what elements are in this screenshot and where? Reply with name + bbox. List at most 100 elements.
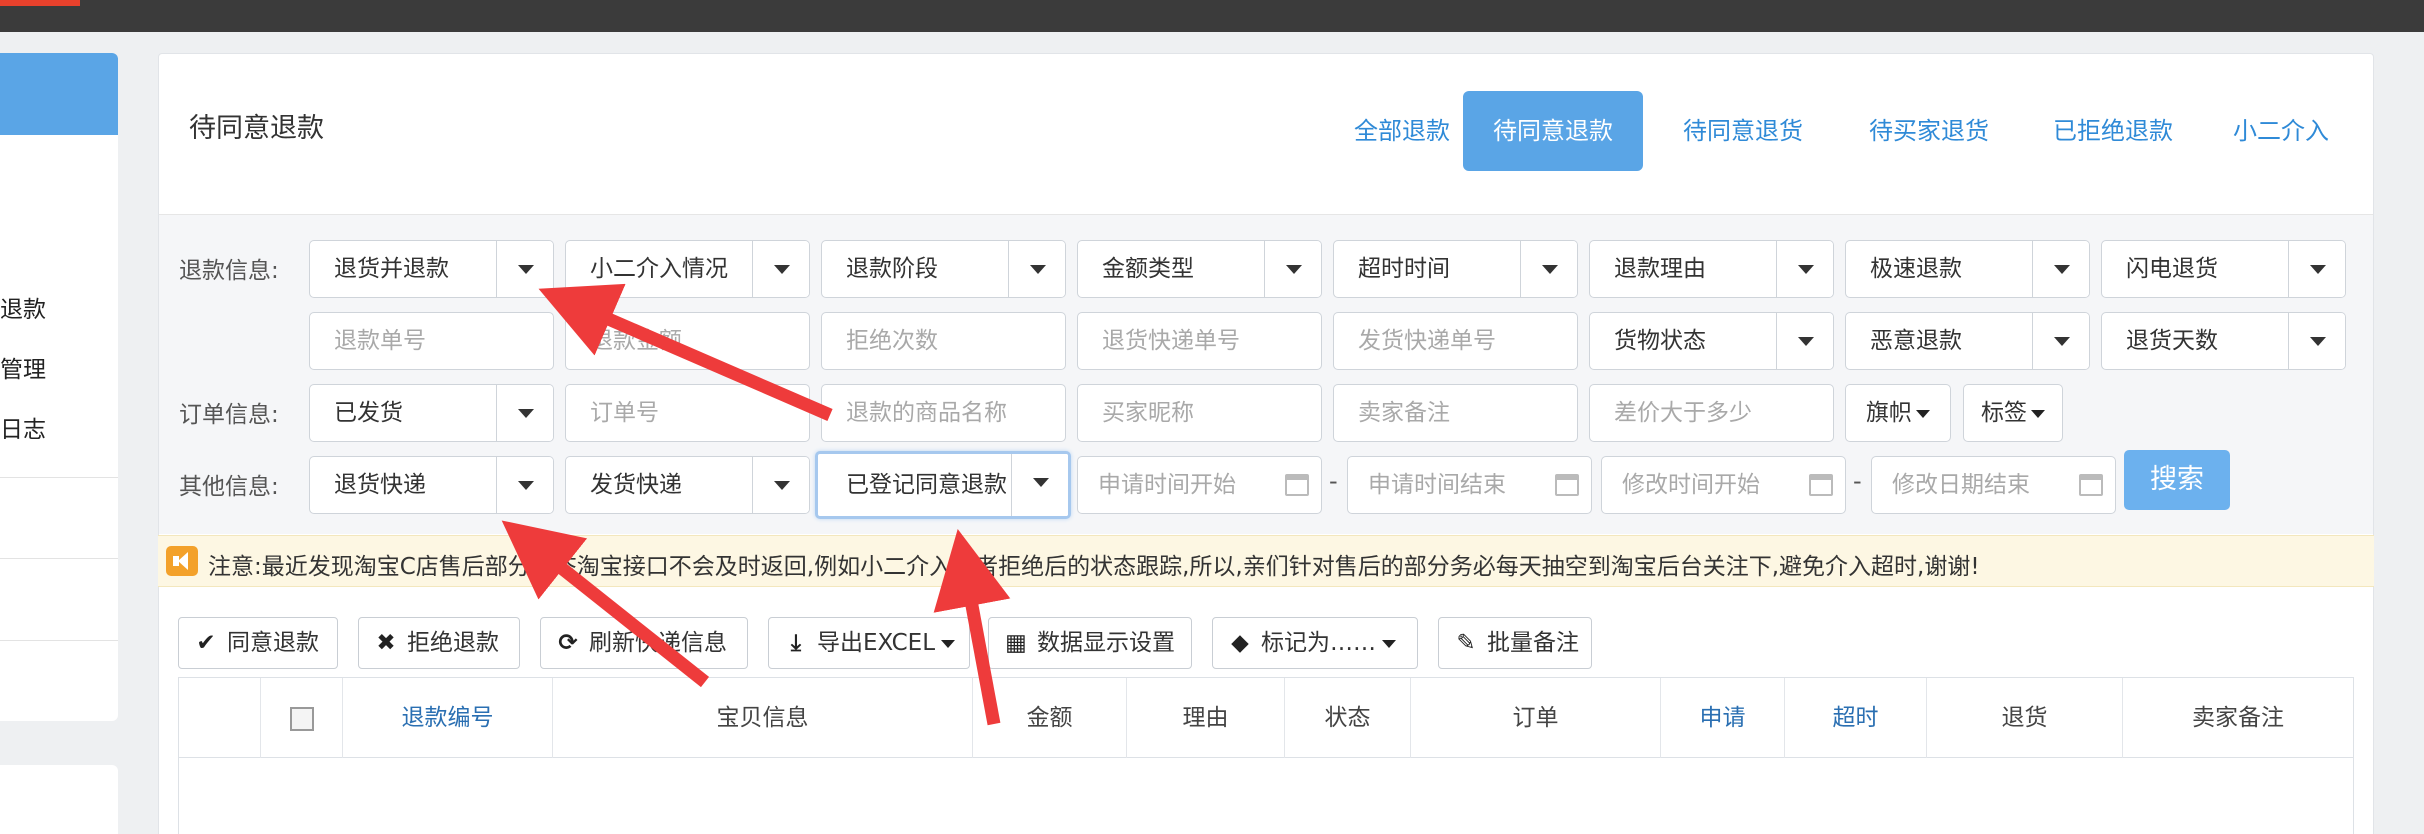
top-navbar [0, 0, 2424, 32]
tab-xiaoer-intervene[interactable]: 小二介入 [2211, 91, 2351, 171]
tab-pending-refund[interactable]: 待同意退款 [1463, 91, 1643, 171]
select-value: 发货快递 [590, 472, 682, 498]
grid-icon: ▦ [1005, 630, 1027, 656]
date-separator: - [1329, 467, 1338, 495]
calendar-icon[interactable] [1809, 474, 1833, 496]
download-icon: ⤓ [790, 630, 802, 656]
return-express-select[interactable]: 退货快递 [309, 456, 554, 514]
apply-start-date-input[interactable]: 申请时间开始 [1077, 456, 1322, 514]
malicious-refund-select[interactable]: 恶意退款 [1845, 312, 2090, 370]
flag-dropdown[interactable]: 旗帜 [1845, 384, 1951, 442]
refund-amount-input[interactable]: 退款金额 [565, 312, 810, 370]
tag-dropdown[interactable]: 标签 [1963, 384, 2063, 442]
sidebar-item-manage[interactable]: 管理 [0, 350, 46, 384]
chevron-down-icon[interactable] [2032, 313, 2089, 369]
chevron-down-icon[interactable] [1011, 454, 1068, 516]
chevron-down-icon[interactable] [1776, 313, 1833, 369]
chevron-down-icon[interactable] [1264, 241, 1321, 297]
chevron-down-icon[interactable] [496, 385, 553, 441]
th-refund-number[interactable]: 退款编号 [343, 678, 553, 758]
times-icon: ✖ [376, 630, 396, 656]
product-name-input[interactable]: 退款的商品名称 [821, 384, 1066, 442]
notice-text: 注意:最近发现淘宝C店售后部分状态淘宝接口不会及时返回,例如小二介入或者拒绝后的… [208, 554, 1980, 580]
reject-refund-button[interactable]: ✖ 拒绝退款 [358, 617, 520, 669]
tab-pending-return[interactable]: 待同意退货 [1653, 91, 1833, 171]
export-excel-button[interactable]: ⤓ 导出EXCEL [768, 617, 970, 669]
chevron-down-icon[interactable] [2288, 313, 2345, 369]
chevron-down-icon[interactable] [752, 241, 809, 297]
return-tracking-input[interactable]: 退货快递单号 [1077, 312, 1322, 370]
chevron-down-icon[interactable] [2288, 241, 2345, 297]
th-apply[interactable]: 申请 [1661, 678, 1785, 758]
select-value: 恶意退款 [1870, 328, 1962, 354]
return-type-select[interactable]: 退货并退款 [309, 240, 554, 298]
chevron-down-icon[interactable] [1008, 241, 1065, 297]
registered-agree-select[interactable]: 已登记同意退款 [815, 451, 1071, 519]
price-diff-input[interactable]: 差价大于多少 [1589, 384, 1834, 442]
buyer-nickname-input[interactable]: 买家昵称 [1077, 384, 1322, 442]
th-timeout[interactable]: 超时 [1785, 678, 1927, 758]
modify-start-date-input[interactable]: 修改时间开始 [1601, 456, 1846, 514]
shipped-status-select[interactable]: 已发货 [309, 384, 554, 442]
speaker-icon [166, 546, 198, 576]
batch-remark-button[interactable]: ✎ 批量备注 [1438, 617, 1592, 669]
chevron-down-icon[interactable] [1776, 241, 1833, 297]
chevron-down-icon[interactable] [2032, 241, 2089, 297]
sidebar-item-log[interactable]: 日志 [0, 410, 46, 444]
date-separator: - [1853, 467, 1862, 495]
order-number-input[interactable]: 订单号 [565, 384, 810, 442]
refund-stage-select[interactable]: 退款阶段 [821, 240, 1066, 298]
search-button[interactable]: 搜索 [2124, 450, 2230, 510]
express-refund-select[interactable]: 极速退款 [1845, 240, 2090, 298]
return-days-select[interactable]: 退货天数 [2101, 312, 2346, 370]
refund-number-input[interactable]: 退款单号 [309, 312, 554, 370]
tab-all-refunds[interactable]: 全部退款 [1325, 91, 1479, 171]
page-title: 待同意退款 [189, 113, 324, 144]
apply-end-date-input[interactable]: 申请时间结束 [1347, 456, 1592, 514]
tab-rejected-refund[interactable]: 已拒绝退款 [2023, 91, 2203, 171]
chevron-down-icon[interactable] [752, 457, 809, 513]
button-label: 刷新快递信息 [589, 630, 727, 656]
select-value: 退货天数 [2126, 328, 2218, 354]
amount-type-select[interactable]: 金额类型 [1077, 240, 1322, 298]
select-value: 已登记同意退款 [846, 472, 1006, 498]
filter-area: 退款信息: 订单信息: 其他信息: 退货并退款 小二介入情况 退款阶段 金额类型… [159, 214, 2373, 534]
display-settings-button[interactable]: ▦ 数据显示设置 [988, 617, 1192, 669]
select-value: 极速退款 [1870, 256, 1962, 282]
chevron-down-icon[interactable] [496, 241, 553, 297]
chevron-down-icon[interactable] [496, 457, 553, 513]
agree-refund-button[interactable]: ✔ 同意退款 [178, 617, 338, 669]
caret-down-icon [1916, 409, 1930, 418]
reject-count-input[interactable]: 拒绝次数 [821, 312, 1066, 370]
flash-return-select[interactable]: 闪电退货 [2101, 240, 2346, 298]
refund-reason-select[interactable]: 退款理由 [1589, 240, 1834, 298]
caret-down-icon [1382, 639, 1396, 648]
sidebar-item-refund[interactable]: 退款 [0, 290, 46, 324]
th-select-all[interactable] [261, 678, 343, 758]
date-placeholder: 申请时间开始 [1098, 472, 1236, 498]
goods-status-select[interactable]: 货物状态 [1589, 312, 1834, 370]
xiaoer-status-select[interactable]: 小二介入情况 [565, 240, 810, 298]
calendar-icon[interactable] [1285, 474, 1309, 496]
seller-note-input[interactable]: 卖家备注 [1333, 384, 1578, 442]
timeout-select[interactable]: 超时时间 [1333, 240, 1578, 298]
shipping-tracking-input[interactable]: 发货快递单号 [1333, 312, 1578, 370]
brand-logo[interactable] [0, 0, 80, 6]
refresh-express-button[interactable]: ⟳ 刷新快递信息 [540, 617, 748, 669]
select-value: 小二介入情况 [590, 256, 728, 282]
sidebar-active-item[interactable] [0, 53, 118, 135]
shipping-express-select[interactable]: 发货快递 [565, 456, 810, 514]
date-placeholder: 申请时间结束 [1368, 472, 1506, 498]
calendar-icon[interactable] [2079, 474, 2103, 496]
modify-end-date-input[interactable]: 修改日期结束 [1871, 456, 2116, 514]
select-value: 退货并退款 [334, 256, 449, 282]
select-all-checkbox[interactable] [289, 706, 314, 731]
calendar-icon[interactable] [1555, 474, 1579, 496]
chevron-down-icon[interactable] [1520, 241, 1577, 297]
th-reason: 理由 [1127, 678, 1285, 758]
button-label: 批量备注 [1487, 630, 1579, 656]
caret-down-icon [2031, 409, 2045, 418]
mark-as-button[interactable]: ◆ 标记为…… [1212, 617, 1418, 669]
select-value: 退货快递 [334, 472, 426, 498]
tab-awaiting-buyer-return[interactable]: 待买家退货 [1839, 91, 2019, 171]
